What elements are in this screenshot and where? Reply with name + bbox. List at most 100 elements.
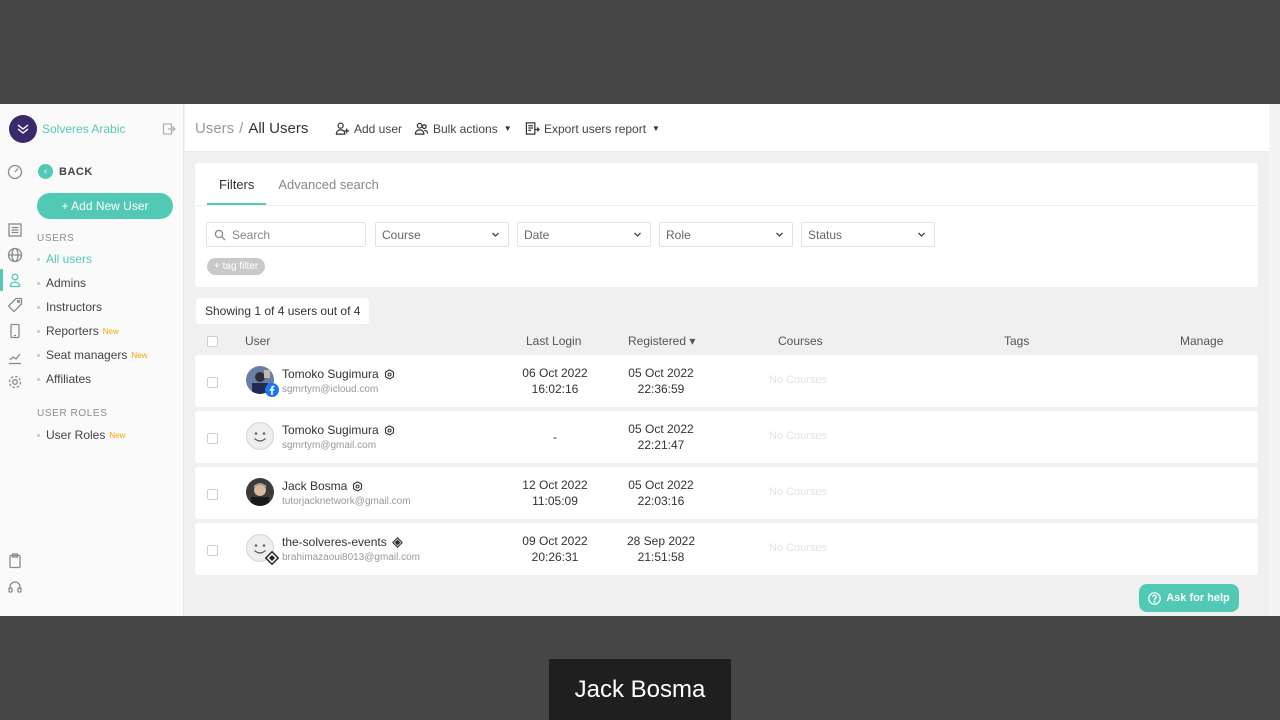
caret-down-icon: ▼ bbox=[503, 124, 512, 133]
search-input[interactable] bbox=[232, 227, 362, 242]
user-name[interactable]: Tomoko Sugimura bbox=[282, 367, 395, 381]
user-email: sgmrtym@gmail.com bbox=[282, 440, 377, 451]
tab-filters[interactable]: Filters bbox=[207, 163, 267, 205]
role-select-value: Role bbox=[666, 227, 691, 242]
icon-rail bbox=[0, 104, 29, 616]
bulk-actions-dropdown[interactable]: Bulk actions ▼ bbox=[414, 121, 512, 136]
bullet-icon bbox=[37, 433, 40, 437]
registered-time: 21:51:58 bbox=[637, 550, 685, 564]
brand: Solveres Arabic bbox=[9, 114, 184, 144]
registered-time: 22:21:47 bbox=[637, 438, 685, 452]
ask-for-help-label: Ask for help bbox=[1166, 592, 1230, 604]
chevron-down-icon bbox=[492, 232, 499, 237]
help-question-icon bbox=[1148, 591, 1162, 605]
table-row[interactable]: the-solveres-events brahimazaoui8013@gma… bbox=[195, 523, 1258, 575]
verified-badge-icon bbox=[384, 368, 394, 380]
facebook-icon bbox=[265, 383, 279, 397]
role-select[interactable]: Role bbox=[659, 222, 793, 247]
caret-down-icon: ▼ bbox=[652, 124, 660, 133]
verified-badge-icon bbox=[384, 424, 394, 436]
add-user-label: Add user bbox=[354, 121, 403, 136]
courses-cell: No Courses bbox=[769, 430, 828, 442]
user-email: sgmrtym@icloud.com bbox=[282, 384, 379, 395]
add-new-user-button[interactable]: + Add New User bbox=[37, 193, 173, 219]
users-section-title: USERS bbox=[37, 233, 75, 244]
row-checkbox[interactable] bbox=[207, 433, 218, 444]
registered-time: 22:03:16 bbox=[637, 494, 685, 508]
users-group-icon bbox=[414, 122, 429, 135]
content-list-icon[interactable] bbox=[7, 222, 23, 238]
dashboard-gauge-icon[interactable] bbox=[7, 164, 23, 180]
registered-date: 05 Oct 2022 bbox=[628, 422, 694, 436]
user-name[interactable]: the-solveres-events bbox=[282, 535, 403, 549]
last-login-time: 20:26:31 bbox=[531, 550, 579, 564]
bullet-icon bbox=[37, 329, 40, 333]
date-select[interactable]: Date bbox=[517, 222, 651, 247]
column-header-last-login[interactable]: Last Login bbox=[526, 334, 581, 348]
collapse-sidebar-icon[interactable] bbox=[162, 122, 176, 136]
scrollbar[interactable] bbox=[1269, 104, 1280, 616]
new-badge: New bbox=[109, 430, 126, 440]
globe-icon[interactable] bbox=[7, 247, 23, 263]
sidebar-item-all-users[interactable]: All users bbox=[37, 251, 92, 267]
ask-for-help-button[interactable]: Ask for help bbox=[1139, 584, 1239, 612]
sidebar-item-affiliates[interactable]: Affiliates bbox=[37, 371, 91, 387]
sidebar-item-user-roles[interactable]: User Roles New bbox=[37, 427, 125, 443]
row-checkbox[interactable] bbox=[207, 489, 218, 500]
row-checkbox[interactable] bbox=[207, 377, 218, 388]
page-header: Users / All Users Add user Bulk actions … bbox=[185, 104, 1280, 152]
support-headset-icon[interactable] bbox=[7, 579, 23, 595]
search-field[interactable] bbox=[206, 222, 366, 247]
add-user-button[interactable]: Add user bbox=[335, 121, 402, 136]
courses-cell: No Courses bbox=[769, 374, 828, 386]
last-login-time: 16:02:16 bbox=[531, 382, 579, 396]
export-report-icon bbox=[525, 122, 540, 135]
brand-name: Solveres Arabic bbox=[42, 122, 126, 136]
last-login-cell: 12 Oct 2022 11:05:09 bbox=[512, 477, 598, 509]
user-roles-section-title: USER ROLES bbox=[37, 408, 108, 419]
sidebar-item-instructors[interactable]: Instructors bbox=[37, 299, 102, 315]
clipboard-icon[interactable] bbox=[7, 553, 23, 569]
column-header-registered[interactable]: Registered ▾ bbox=[628, 334, 695, 348]
users-icon[interactable] bbox=[7, 272, 23, 288]
status-select[interactable]: Status bbox=[801, 222, 935, 247]
user-email: tutorjacknetwork@gmail.com bbox=[282, 496, 411, 507]
chevron-down-icon bbox=[918, 232, 925, 237]
user-name[interactable]: Tomoko Sugimura bbox=[282, 423, 395, 437]
sidebar-item-seat-managers[interactable]: Seat managers New bbox=[37, 347, 147, 363]
mobile-device-icon[interactable] bbox=[7, 323, 23, 339]
table-row[interactable]: Tomoko Sugimura sgmrtym@gmail.com - 05 O… bbox=[195, 411, 1258, 463]
brand-logo-icon[interactable] bbox=[9, 115, 37, 143]
breadcrumb-parent[interactable]: Users bbox=[195, 120, 234, 137]
table-row[interactable]: Tomoko Sugimura sgmrtym@icloud.com 06 Oc… bbox=[195, 355, 1258, 407]
column-header-courses: Courses bbox=[778, 334, 823, 348]
course-select[interactable]: Course bbox=[375, 222, 509, 247]
tabs-divider bbox=[195, 205, 1258, 206]
user-name[interactable]: Jack Bosma bbox=[282, 479, 363, 493]
sidebar-item-admins[interactable]: Admins bbox=[37, 275, 86, 291]
table-row[interactable]: Jack Bosma tutorjacknetwork@gmail.com 12… bbox=[195, 467, 1258, 519]
sidebar-item-reporters[interactable]: Reporters New bbox=[37, 323, 119, 339]
settings-gear-icon[interactable] bbox=[7, 374, 23, 390]
reports-chart-icon[interactable] bbox=[7, 349, 23, 365]
column-header-tags: Tags bbox=[1004, 334, 1030, 348]
add-tag-filter-button[interactable]: + tag filter bbox=[207, 258, 266, 275]
course-select-value: Course bbox=[382, 227, 421, 242]
app-window: Solveres Arabic ‹ BACK + Add New User US… bbox=[0, 104, 1280, 616]
tag-icon[interactable] bbox=[7, 297, 23, 313]
active-rail-marker bbox=[0, 269, 3, 291]
diamond-badge-icon bbox=[391, 536, 403, 548]
chevron-down-icon bbox=[634, 232, 641, 237]
export-users-report-dropdown[interactable]: Export users report ▼ bbox=[525, 121, 660, 136]
filter-tabs: Filters Advanced search bbox=[207, 163, 391, 205]
tab-advanced-search[interactable]: Advanced search bbox=[266, 163, 390, 205]
sidebar: Solveres Arabic ‹ BACK + Add New User US… bbox=[9, 104, 184, 616]
row-checkbox[interactable] bbox=[207, 545, 218, 556]
select-all-checkbox[interactable] bbox=[207, 336, 218, 347]
back-label: BACK bbox=[59, 165, 93, 178]
back-button[interactable]: ‹ BACK bbox=[38, 164, 93, 179]
new-badge: New bbox=[131, 350, 148, 360]
breadcrumb: Users / All Users bbox=[195, 120, 308, 137]
add-user-icon bbox=[335, 122, 350, 135]
courses-cell: No Courses bbox=[769, 542, 828, 554]
